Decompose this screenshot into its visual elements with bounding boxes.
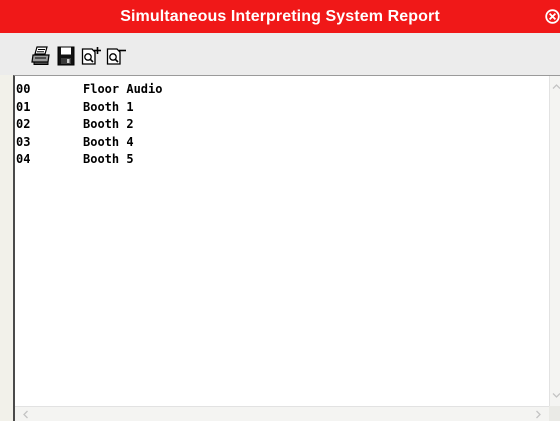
save-disk-icon	[57, 46, 75, 66]
scrollbar-corner	[549, 406, 560, 421]
report-line: 03 Booth 4	[15, 134, 535, 152]
channel-name: Floor Audio	[83, 82, 163, 96]
scroll-left-button[interactable]	[19, 408, 32, 421]
channel-code: 01	[16, 99, 31, 114]
channel-name: Booth 4	[83, 134, 134, 149]
chevron-down-icon	[552, 393, 560, 398]
zoom-in-icon	[81, 47, 101, 65]
window-title: Simultaneous Interpreting System Report	[120, 8, 440, 25]
scroll-right-button[interactable]	[532, 408, 545, 421]
channel-name: Booth 1	[83, 99, 134, 114]
chevron-up-icon	[552, 84, 560, 89]
report-lines: 00 Floor Audio 01 Booth 1 02 Booth 2 03 …	[15, 81, 535, 169]
report-line: 04 Booth 5	[15, 151, 535, 169]
close-button[interactable]	[545, 9, 560, 24]
zoom-out-button[interactable]	[106, 46, 126, 66]
report-view[interactable]: 00 Floor Audio 01 Booth 1 02 Booth 2 03 …	[13, 75, 560, 421]
channel-code: 04	[16, 152, 31, 166]
channel-code: 03	[16, 134, 31, 149]
channel-code: 00	[16, 82, 31, 96]
scroll-down-button[interactable]	[550, 389, 560, 402]
channel-code: 02	[16, 117, 31, 131]
toolbar	[0, 33, 560, 75]
save-button[interactable]	[56, 46, 76, 66]
scroll-up-button[interactable]	[550, 80, 560, 93]
horizontal-scrollbar[interactable]	[15, 406, 549, 421]
close-icon	[545, 9, 560, 24]
zoom-in-button[interactable]	[81, 46, 101, 66]
report-line: 01 Booth 1	[15, 99, 535, 117]
zoom-out-icon	[106, 48, 126, 65]
report-line: 00 Floor Audio	[15, 81, 535, 99]
chevron-right-icon	[536, 410, 541, 419]
title-bar: Simultaneous Interpreting System Report	[0, 0, 560, 33]
channel-name: Booth 5	[83, 152, 134, 166]
printer-icon	[31, 46, 50, 65]
print-button[interactable]	[31, 46, 51, 66]
channel-name: Booth 2	[83, 117, 134, 131]
vertical-scrollbar[interactable]	[549, 76, 560, 406]
report-line: 02 Booth 2	[15, 116, 535, 134]
chevron-left-icon	[23, 410, 28, 419]
